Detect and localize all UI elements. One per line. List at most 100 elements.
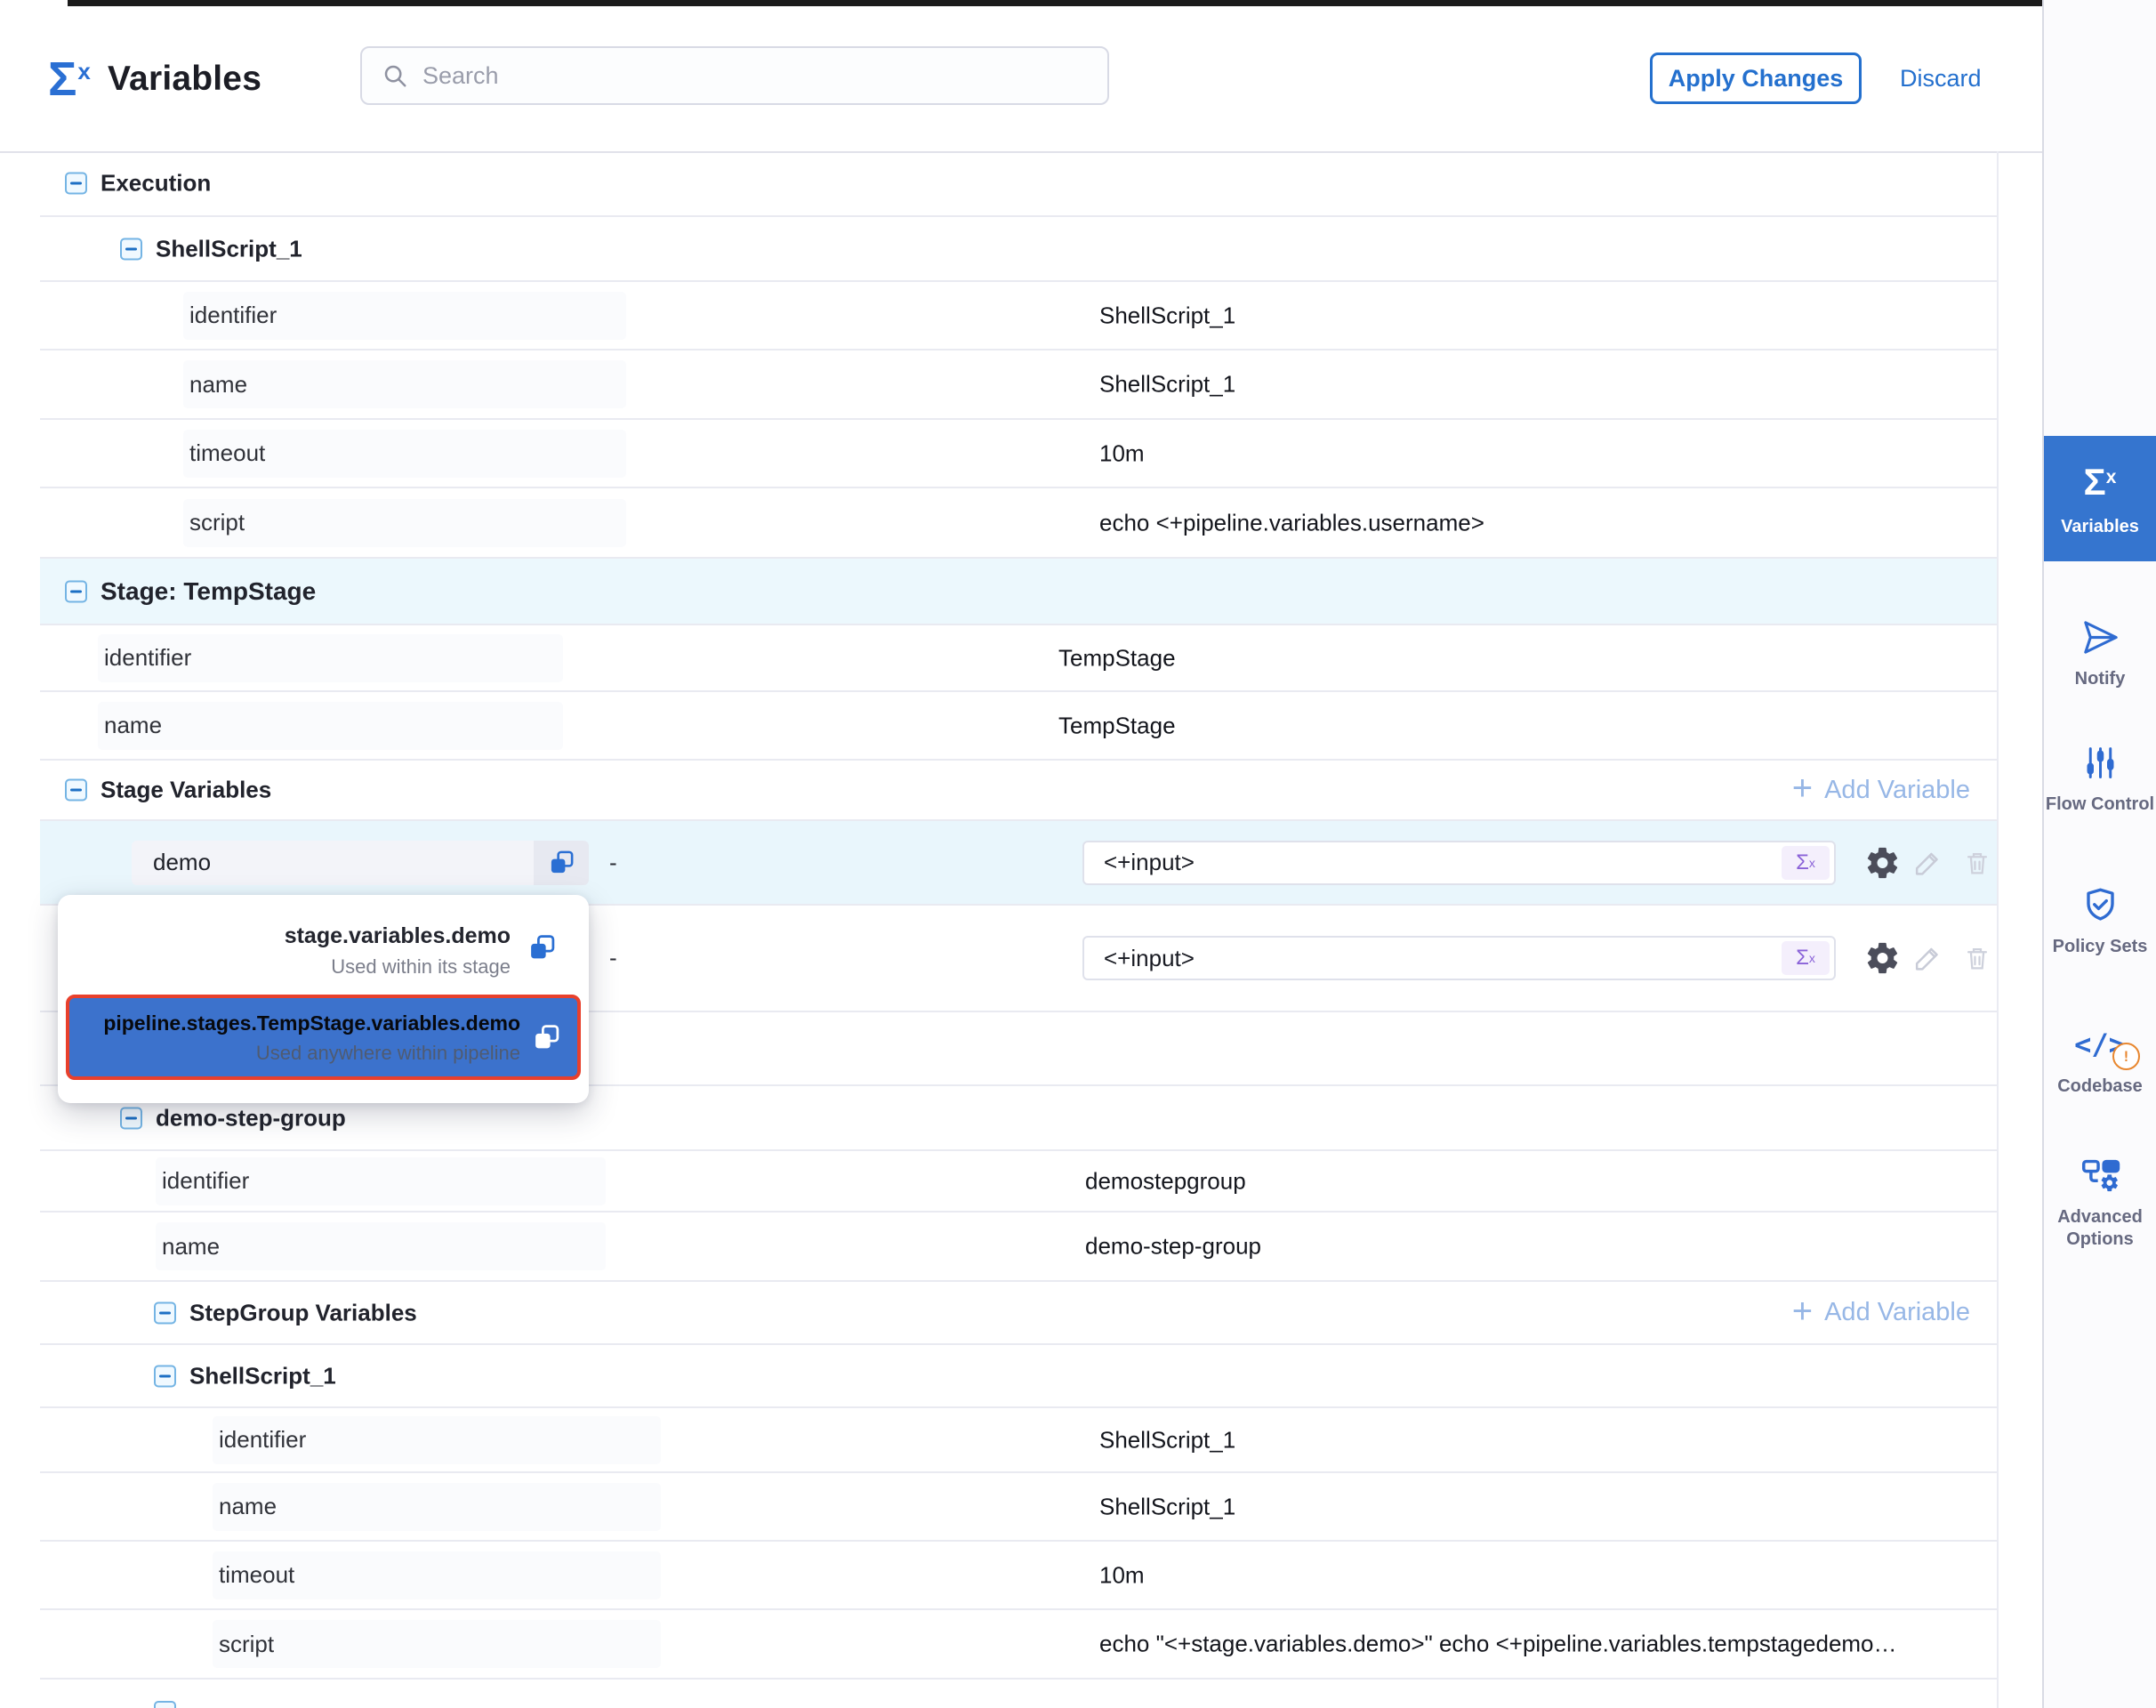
trash-icon [1962,943,1992,973]
row-field-name: name ShellScript_1 [40,350,1997,420]
pencil-icon [1911,846,1944,879]
add-variable-label: Add Variable [1824,776,1970,805]
row-sg-script: script echo "<+stage.variables.demo>" ec… [40,1610,1997,1680]
sidebar-item-policy-sets[interactable]: Policy Sets [2044,883,2156,958]
collapse-icon[interactable] [65,779,87,802]
copy-icon [548,849,575,876]
field-label: name [98,702,563,750]
variable-scope-dropdown: stage.variables.demo Used within its sta… [58,895,589,1103]
row-sg-shellscript1: ShellScript_1 [40,1345,1997,1408]
section-label: Stage Variables [101,777,271,804]
stage-group-label: Stage: TempStage [101,577,316,606]
field-label: name [156,1222,606,1270]
collapse-icon[interactable] [120,238,142,260]
variables-sigma-icon: Σx [48,55,91,103]
row-sg-identifier: identifier ShellScript_1 [40,1408,1997,1473]
add-variable-button[interactable]: + Add Variable [1792,1297,1970,1329]
field-label: timeout [183,430,626,478]
row-execution: Execution [40,151,1997,217]
expression-toggle-icon[interactable]: Σx [1782,941,1830,975]
row-stage-tempstage: Stage: TempStage [40,559,1997,625]
variable-settings-button[interactable] [1864,844,1901,881]
row-dsg-identifier: identifier demostepgroup [40,1151,1997,1213]
field-value: ShellScript_1 [1099,1426,1235,1454]
search-box[interactable] [360,46,1109,105]
field-label: identifier [183,292,626,340]
page-title: Variables [108,60,261,99]
edit-variable-button[interactable] [1911,846,1944,879]
scope-description: Used within its stage [331,955,511,979]
paper-plane-icon [2080,616,2121,658]
discard-button[interactable]: Discard [1900,52,1982,104]
sidebar-item-label: Notify [2075,668,2126,690]
warning-badge-icon: ! [2112,1043,2140,1070]
variable-description: - [609,849,617,876]
row-field-identifier: identifier ShellScript_1 [40,282,1997,350]
delete-variable-button[interactable] [1962,848,1992,878]
flowchart-gear-icon [2079,1154,2122,1196]
field-label: script [213,1620,661,1668]
field-value: echo "<+stage.variables.demo>" echo <+pi… [1099,1631,1897,1658]
collapse-icon[interactable] [154,1301,176,1324]
apply-changes-button[interactable]: Apply Changes [1650,52,1862,104]
right-sidebar: Σx Variables Notify Flow Control Policy … [2042,0,2156,1708]
variable-value-input[interactable]: <+input> Σx [1082,936,1836,980]
add-variable-label: Add Variable [1824,1298,1970,1327]
edit-variable-button[interactable] [1911,942,1944,975]
variable-name-input[interactable]: demo [132,841,534,885]
add-variable-button[interactable]: + Add Variable [1792,774,1970,806]
collapse-icon[interactable] [65,580,87,602]
collapse-icon[interactable] [154,1701,176,1708]
sidebar-item-label: Policy Sets [2053,936,2148,958]
field-value: TempStage [1058,644,1176,672]
page-top-strip [68,0,2042,6]
dropdown-item-pipeline-scope-selected[interactable]: pipeline.stages.TempStage.variables.demo… [66,995,581,1080]
section-label: StepGroup Variables [189,1299,417,1326]
copy-variable-button[interactable] [534,841,589,885]
variables-sigma-icon: Σx [2084,461,2117,504]
field-value: TempStage [1058,712,1176,739]
row-stage-name: name TempStage [40,692,1997,761]
row-sg-name: name ShellScript_1 [40,1473,1997,1542]
scope-path: pipeline.stages.TempStage.variables.demo [103,1011,520,1035]
plus-icon: + [1792,1293,1813,1329]
sidebar-item-notify[interactable]: Notify [2044,616,2156,690]
copy-icon[interactable] [527,933,557,963]
collapse-icon[interactable] [154,1365,176,1387]
delete-variable-button[interactable] [1962,943,1992,973]
sidebar-item-codebase[interactable]: </>! Codebase [2044,1023,2156,1098]
sidebar-item-label: Advanced Options [2044,1206,2156,1251]
variables-drawer: Σx Variables Apply Changes Discard Execu… [0,0,2156,1708]
code-icon: </>! [2074,1027,2126,1062]
scope-description: Used anywhere within pipeline [256,1042,520,1065]
expression-toggle-icon[interactable]: Σx [1782,846,1830,880]
row-field-script: script echo <+pipeline.variables.usernam… [40,488,1997,559]
field-value: demostepgroup [1085,1167,1246,1195]
variable-value-input[interactable]: <+input> Σx [1082,841,1836,885]
field-label: name [213,1483,661,1531]
sidebar-item-label: Codebase [2057,1076,2143,1098]
field-value: 10m [1099,439,1145,467]
gear-icon [1864,844,1901,881]
search-input[interactable] [421,61,1047,91]
variable-settings-button[interactable] [1864,940,1901,977]
gear-icon [1864,940,1901,977]
field-label: script [183,499,626,547]
sidebar-item-flow-control[interactable]: Flow Control [2044,741,2156,816]
panel-header: Σx Variables Apply Changes Discard [0,6,2042,153]
sidebar-item-advanced-options[interactable]: Advanced Options [2044,1154,2156,1251]
sidebar-item-variables[interactable]: Σx Variables [2044,436,2156,561]
row-variable-demo: demo - <+input> Σx [40,821,1997,906]
shield-check-icon [2080,883,2120,926]
variable-description: - [609,945,617,972]
field-value: ShellScript_1 [1099,371,1235,399]
group-label: ShellScript_1 [189,1362,336,1390]
collapse-icon[interactable] [120,1107,142,1129]
field-label: identifier [98,634,563,682]
row-partial [40,1680,1997,1708]
dropdown-item-stage-scope[interactable]: stage.variables.demo Used within its sta… [58,902,589,993]
copy-icon[interactable] [532,1023,561,1052]
pencil-icon [1911,942,1944,975]
collapse-icon[interactable] [65,173,87,195]
group-label: demo-step-group [156,1104,346,1132]
